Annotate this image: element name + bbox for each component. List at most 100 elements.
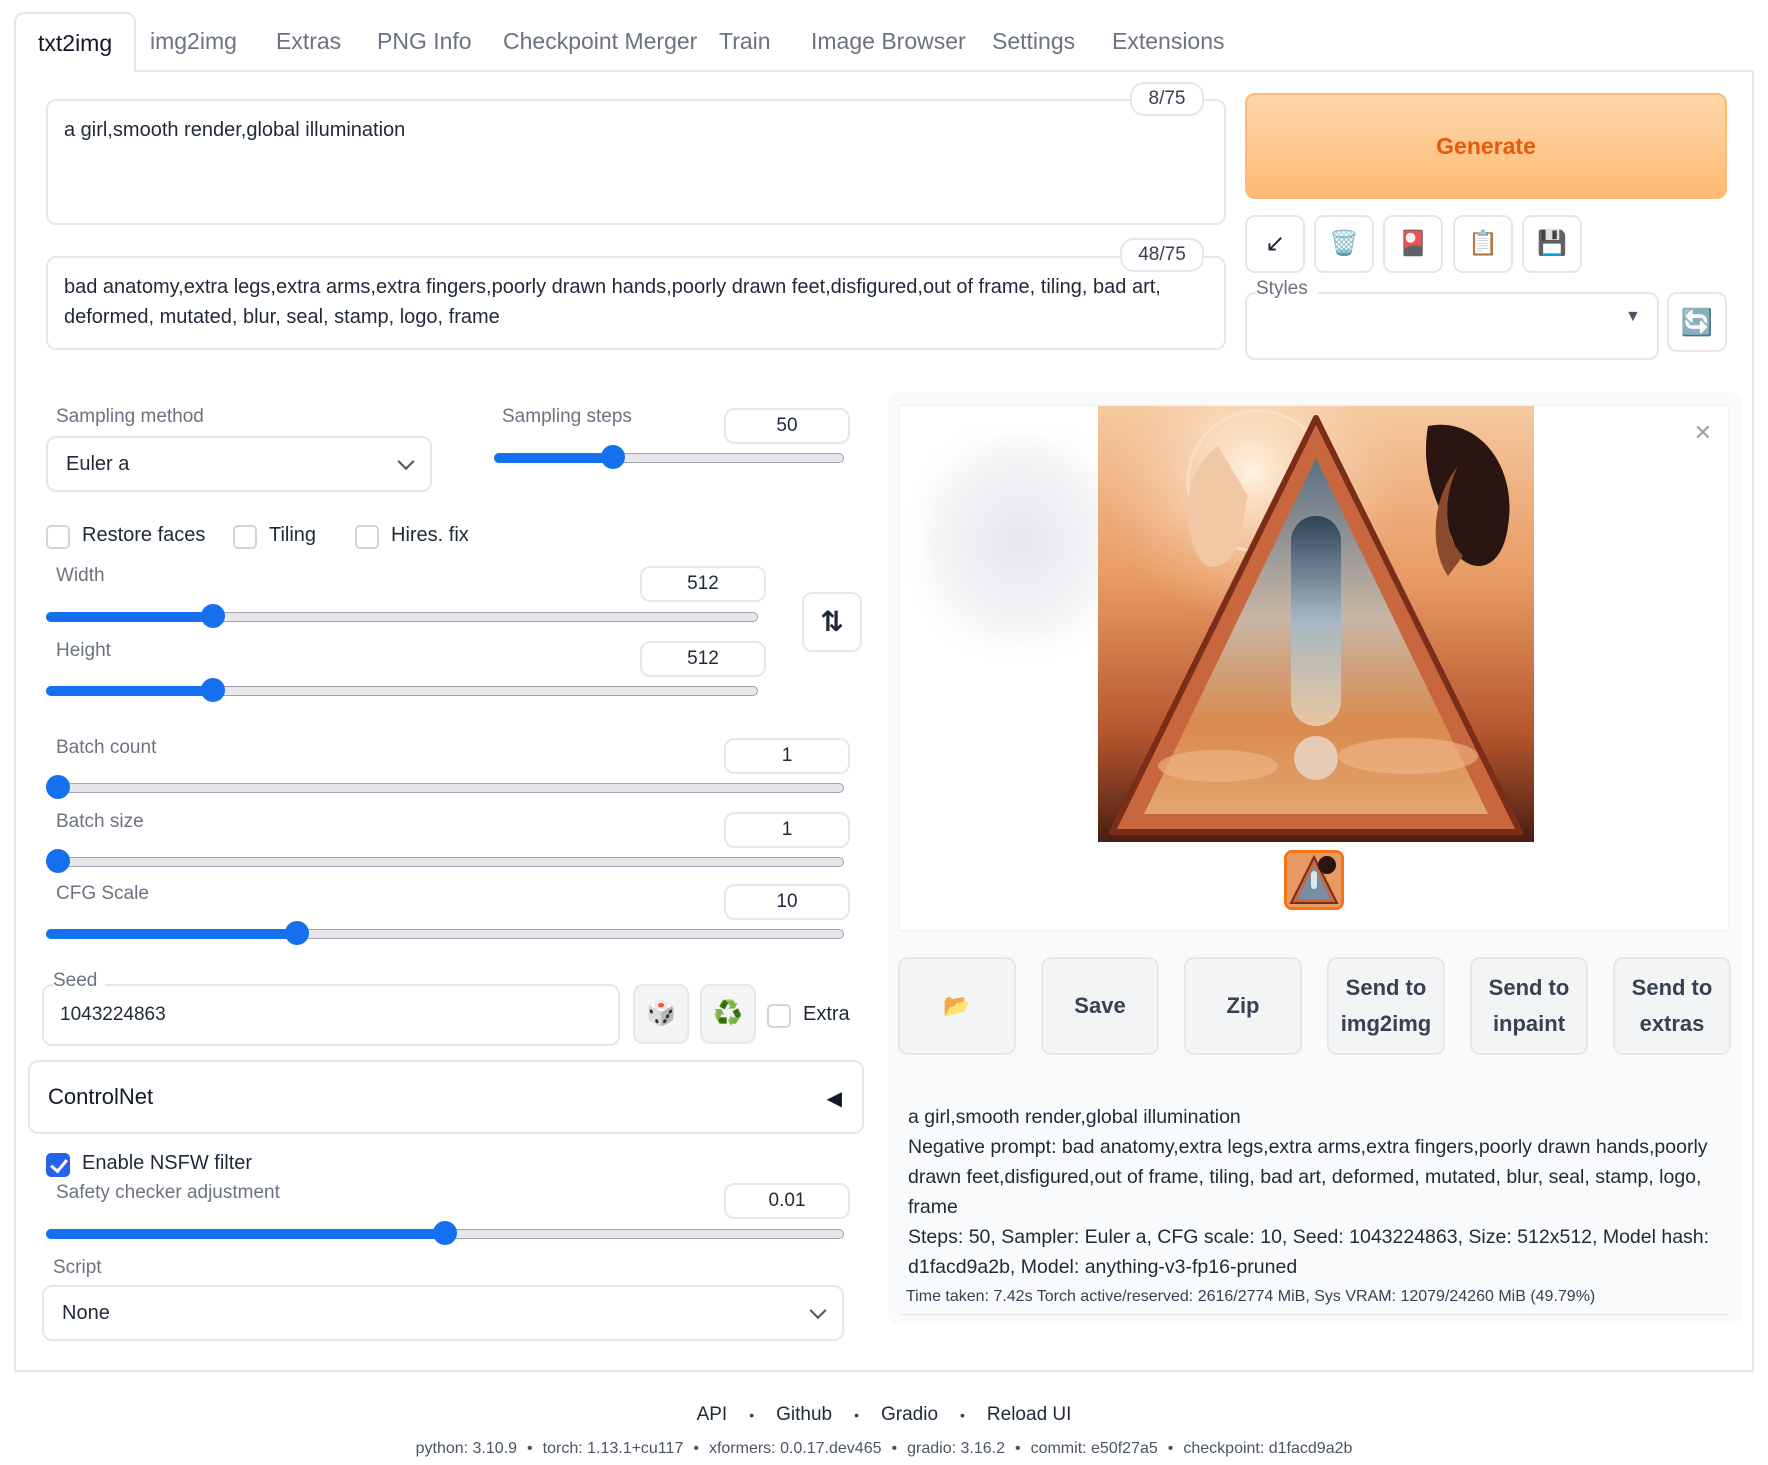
open-folder-icon[interactable]: 📂 [898, 957, 1016, 1055]
tab-extensions[interactable]: Extensions [1112, 12, 1225, 70]
footer-versions: python: 3.10.9 • torch: 1.13.1+cu117 • xform… [415, 1440, 1353, 1457]
info-parameters: Steps: 50, Sampler: Euler a, CFG scale: … [908, 1226, 1710, 1278]
slider-thumb[interactable] [46, 775, 70, 799]
batch-size-input[interactable]: 1 [724, 812, 850, 848]
width-slider[interactable] [46, 604, 758, 628]
trash-icon[interactable]: 🗑️ [1314, 215, 1374, 273]
tab-extras[interactable]: Extras [276, 12, 341, 70]
send-to-img2img-button[interactable]: Send to img2img [1327, 957, 1445, 1055]
generate-button[interactable]: Generate [1245, 93, 1727, 199]
slider-thumb[interactable] [46, 849, 70, 873]
batch-size-label: Batch size [56, 811, 144, 832]
slider-thumb[interactable] [601, 445, 625, 469]
close-icon[interactable]: ✕ [1694, 420, 1712, 446]
save-button[interactable]: Save [1041, 957, 1159, 1055]
safety-checker-label: Safety checker adjustment [56, 1182, 280, 1203]
footer-links: API • Github • Gradio • Reload UI [696, 1404, 1072, 1425]
zip-button[interactable]: Zip [1184, 957, 1302, 1055]
tab-png-info[interactable]: PNG Info [377, 12, 472, 70]
seed-label: Seed [53, 970, 106, 992]
controlnet-accordion[interactable]: ControlNet ◀ [28, 1060, 864, 1134]
controlnet-title: ControlNet [48, 1084, 154, 1109]
width-input[interactable]: 512 [640, 566, 766, 602]
batch-count-label: Batch count [56, 737, 157, 758]
cfg-scale-input[interactable]: 10 [724, 884, 850, 920]
tab-image-browser[interactable]: Image Browser [811, 12, 966, 70]
seed-input[interactable]: 1043224863 [42, 984, 620, 1046]
clipboard-icon[interactable]: 📋 [1453, 215, 1513, 273]
generated-image[interactable] [1098, 406, 1534, 842]
batch-count-input[interactable]: 1 [724, 738, 850, 774]
height-label: Height [56, 640, 111, 661]
script-label: Script [53, 1257, 102, 1278]
extra-seed-checkbox[interactable] [767, 1004, 791, 1028]
chevron-down-icon [397, 453, 415, 471]
sampling-method-value: Euler a [66, 453, 130, 475]
version-xformers: xformers: 0.0.17.dev465 [708, 1440, 882, 1457]
swap-dimensions-icon[interactable]: ⇅ [802, 592, 862, 652]
restore-faces-label: Restore faces [82, 524, 206, 546]
sampling-steps-input[interactable]: 50 [724, 408, 850, 444]
caret-down-icon[interactable]: ▼ [1625, 308, 1641, 326]
safety-checker-input[interactable]: 0.01 [724, 1183, 850, 1219]
extra-networks-icon[interactable]: 🎴 [1383, 215, 1443, 273]
footer-link-github[interactable]: Github [776, 1404, 832, 1425]
tab-img2img[interactable]: img2img [150, 12, 237, 70]
script-dropdown[interactable]: None [42, 1285, 844, 1341]
styles-label: Styles [1256, 278, 1318, 300]
height-slider[interactable] [46, 678, 758, 702]
recycle-icon[interactable]: ♻️ [700, 984, 756, 1044]
send-to-inpaint-button[interactable]: Send to inpaint [1470, 957, 1588, 1055]
extra-seed-label: Extra [803, 1003, 850, 1025]
tab-settings[interactable]: Settings [992, 12, 1075, 70]
timing-info: Time taken: 7.42s Torch active/reserved:… [906, 1288, 1596, 1305]
nsfw-filter-label: Enable NSFW filter [82, 1152, 253, 1174]
restore-faces-checkbox[interactable] [46, 525, 70, 549]
batch-count-slider[interactable] [46, 775, 844, 799]
send-to-extras-button[interactable]: Send to extras [1613, 957, 1731, 1055]
sampling-method-label: Sampling method [56, 406, 204, 427]
version-torch: torch: 1.13.1+cu117 [542, 1440, 684, 1457]
footer-link-api[interactable]: API [697, 1404, 728, 1425]
cfg-scale-slider[interactable] [46, 921, 844, 945]
tab-bar: txt2img img2img Extras PNG Info Checkpoi… [14, 12, 1754, 72]
tab-txt2img[interactable]: txt2img [14, 12, 137, 72]
version-python: python: 3.10.9 [415, 1440, 518, 1457]
safety-checker-slider[interactable] [46, 1221, 844, 1245]
negative-prompt-input[interactable]: bad anatomy,extra legs,extra arms,extra … [46, 256, 1226, 350]
paste-arrow-icon[interactable]: ↙ [1245, 215, 1305, 273]
height-input[interactable]: 512 [640, 641, 766, 677]
tiling-label: Tiling [269, 524, 317, 546]
triangle-left-icon[interactable]: ◀ [827, 1086, 842, 1111]
sampling-steps-slider[interactable] [494, 445, 844, 469]
prompt-input[interactable]: a girl,smooth render,global illumination [46, 99, 1226, 225]
styles-dropdown[interactable] [1245, 292, 1659, 360]
cfg-scale-label: CFG Scale [56, 883, 149, 904]
negative-prompt-token-counter: 48/75 [1120, 238, 1204, 272]
slider-thumb[interactable] [433, 1221, 457, 1245]
footer-link-gradio[interactable]: Gradio [881, 1404, 938, 1425]
sampling-method-dropdown[interactable]: Euler a [46, 436, 432, 492]
width-label: Width [56, 565, 105, 586]
save-style-icon[interactable]: 💾 [1522, 215, 1582, 273]
divider [900, 1314, 1730, 1315]
batch-size-slider[interactable] [46, 849, 844, 873]
tab-checkpoint-merger[interactable]: Checkpoint Merger [503, 12, 697, 70]
thumbnail-image [1287, 853, 1341, 907]
footer-link-reload-ui[interactable]: Reload UI [987, 1404, 1072, 1425]
nsfw-filter-checkbox[interactable] [46, 1153, 70, 1177]
blurred-preview [920, 436, 1120, 646]
version-gradio: gradio: 3.16.2 [907, 1440, 1005, 1457]
dice-icon[interactable]: 🎲 [633, 984, 689, 1044]
version-checkpoint: checkpoint: d1facd9a2b [1183, 1440, 1353, 1457]
refresh-icon[interactable]: 🔄 [1667, 292, 1727, 352]
hires-fix-label: Hires. fix [391, 524, 469, 546]
script-value: None [62, 1302, 110, 1324]
gallery-thumbnail[interactable] [1284, 850, 1344, 910]
prompt-token-counter: 8/75 [1130, 82, 1204, 116]
version-commit: commit: e50f27a5 [1030, 1440, 1158, 1457]
hires-fix-checkbox[interactable] [355, 525, 379, 549]
tab-train[interactable]: Train [719, 12, 771, 70]
tiling-checkbox[interactable] [233, 525, 257, 549]
sampling-steps-label: Sampling steps [502, 406, 632, 427]
